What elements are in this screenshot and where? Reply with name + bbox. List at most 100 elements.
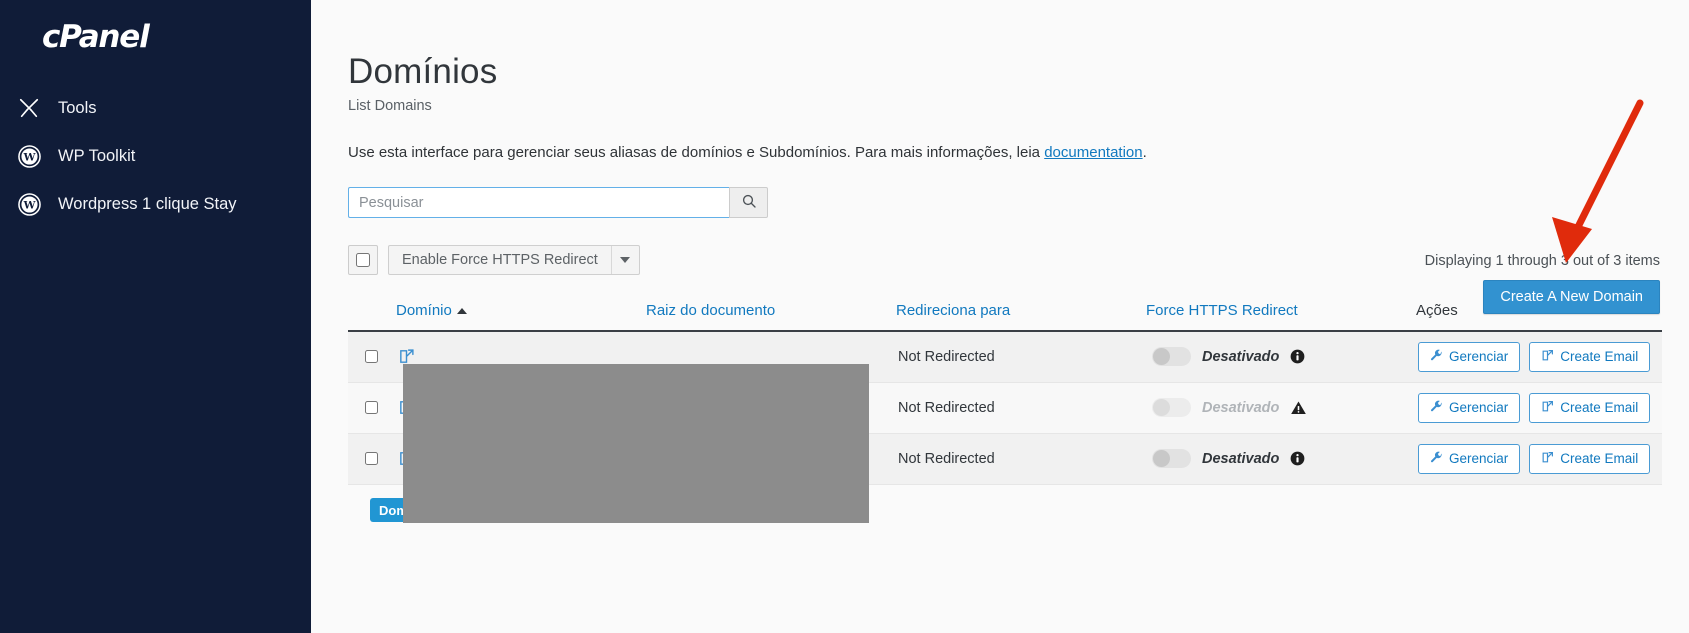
external-link-icon [1541,451,1554,467]
row-docroot-cell [646,331,896,383]
force-https-toggle[interactable] [1152,449,1191,468]
row-docroot-cell [646,433,896,485]
sidebar-item-tools[interactable]: Tools [0,84,311,132]
header-checkbox [348,292,396,332]
row-checkbox-cell [348,433,396,485]
force-https-state: Desativado [1202,348,1280,365]
row-docroot-cell [646,382,896,434]
create-email-button-label: Create Email [1560,400,1639,415]
documentation-link[interactable]: documentation [1044,144,1142,161]
page-title: Domínios [348,52,498,91]
external-link-icon[interactable] [398,399,415,416]
sort-asc-icon [456,308,467,314]
row-checkbox[interactable] [365,452,378,465]
header-domain[interactable]: Domínio [396,292,646,332]
row-actions-cell: Gerenciar Create Email [1416,331,1662,383]
domain-tooltip-badge: Dom [370,498,485,522]
page-subtitle: List Domains [348,98,432,114]
external-link-icon [1541,400,1554,416]
displaying-count: Displaying 1 through 3 out of 3 items [1424,253,1660,269]
bulk-action-label: Enable Force HTTPS Redirect [402,252,598,268]
sidebar-item-label: WP Toolkit [58,146,136,165]
external-link-icon[interactable] [398,348,415,365]
create-email-button-label: Create Email [1560,349,1639,365]
row-checkbox[interactable] [365,350,378,364]
manage-button[interactable]: Gerenciar [1418,443,1521,474]
create-email-button[interactable]: Create Email [1529,392,1651,423]
force-https-toggle[interactable] [1152,398,1191,417]
row-checkbox-cell [348,331,396,383]
wrench-icon [1430,400,1443,416]
row-actions-cell: Gerenciar Create Email [1416,382,1662,434]
row-checkbox-cell [348,382,396,434]
manage-button-label: Gerenciar [1449,349,1509,365]
manage-button-label: Gerenciar [1449,400,1509,415]
sidebar-item-label: Tools [58,98,97,117]
svg-text:W: W [22,199,35,211]
header-redirect[interactable]: Redireciona para [896,292,1146,332]
table-row: Not Redirected Desativado Gerenciar Crea… [348,433,1662,485]
summary-area: Displaying 1 through 3 out of 3 items Cr… [1240,253,1660,314]
warning-icon[interactable] [1290,400,1307,416]
sidebar-item-wp-toolkit[interactable]: W WP Toolkit [0,132,311,180]
header-domain-label: Domínio [396,302,452,319]
sidebar-item-wordpress-1-clique-stay[interactable]: W Wordpress 1 clique Stay [0,180,311,228]
info-icon[interactable] [1290,451,1305,466]
external-link-icon[interactable] [398,450,415,467]
external-link-icon [1541,349,1554,365]
redirect-value: Not Redirected [898,348,995,365]
manage-button-label: Gerenciar [1449,451,1509,466]
search-button[interactable] [729,187,768,218]
chevron-down-icon[interactable] [610,246,639,274]
svg-text:W: W [22,151,35,163]
search-row [348,187,1660,218]
table-row: Not Redirected Desativado Gerenciar Crea… [348,331,1662,383]
manage-button[interactable]: Gerenciar [1418,392,1521,423]
create-email-button[interactable]: Create Email [1529,341,1651,372]
row-https-cell: Desativado [1146,331,1416,383]
select-all-checkbox-input[interactable] [356,253,370,267]
wordpress-icon: W [16,143,42,169]
bulk-action-dropdown[interactable]: Enable Force HTTPS Redirect [388,245,640,275]
row-actions-cell: Gerenciar Create Email [1416,433,1662,485]
create-new-domain-button[interactable]: Create A New Domain [1483,280,1660,314]
row-domain-cell [396,382,646,434]
row-https-cell: Desativado [1146,433,1416,485]
tools-icon [16,95,42,121]
wrench-icon [1430,451,1443,467]
row-redirect-cell: Not Redirected [896,331,1146,383]
row-https-cell: Desativado [1146,382,1416,434]
redirect-value: Not Redirected [898,450,995,467]
domains-table-wrap: Domínio Raiz do documento Redireciona pa… [348,292,1662,485]
search-icon [741,193,757,212]
row-domain-cell [396,331,646,383]
create-email-button[interactable]: Create Email [1529,443,1651,474]
row-checkbox[interactable] [365,401,378,414]
main-content: Domínios List Domains Use esta interface… [311,0,1689,633]
brand[interactable]: cPanel [0,0,311,62]
cpanel-domains-page: cPanel Tools W WP Toolkit W Wordpress 1 … [0,0,1689,633]
page-description-suffix: . [1142,144,1147,161]
redirect-value: Not Redirected [898,399,995,416]
manage-button[interactable]: Gerenciar [1418,341,1521,372]
force-https-state: Desativado [1202,399,1280,416]
page-description: Use esta interface para gerenciar seus a… [348,144,1660,161]
sidebar-nav: Tools W WP Toolkit W Wordpress 1 clique … [0,84,311,228]
row-redirect-cell: Not Redirected [896,382,1146,434]
wordpress-icon: W [16,191,42,217]
create-email-button-label: Create Email [1560,451,1639,466]
row-redirect-cell: Not Redirected [896,433,1146,485]
row-domain-cell [396,433,646,485]
force-https-toggle[interactable] [1152,347,1191,367]
table-body: Not Redirected Desativado Gerenciar Crea… [348,331,1662,485]
header-docroot[interactable]: Raiz do documento [646,292,896,332]
select-all-checkbox[interactable] [348,245,378,275]
cpanel-logo: cPanel [42,19,150,55]
wrench-icon [1430,349,1443,365]
page-description-text: Use esta interface para gerenciar seus a… [348,144,1045,161]
sidebar: cPanel Tools W WP Toolkit W Wordpress 1 … [0,0,311,633]
domains-table: Domínio Raiz do documento Redireciona pa… [348,292,1662,485]
search-input[interactable] [348,187,729,218]
sidebar-item-label: Wordpress 1 clique Stay [58,194,237,213]
info-icon[interactable] [1290,349,1305,364]
